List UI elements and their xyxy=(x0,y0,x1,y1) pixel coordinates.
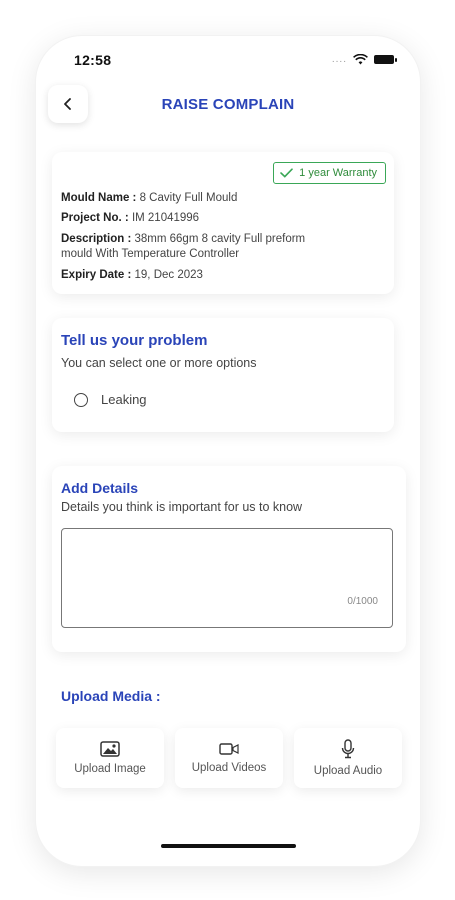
warranty-label: 1 year Warranty xyxy=(299,167,377,179)
project-no-row: Project No. : IM 21041996 xyxy=(61,211,199,226)
status-bar: 12:58 .... xyxy=(36,36,420,84)
battery-icon xyxy=(374,55,397,64)
details-textarea[interactable]: 0/1000 xyxy=(61,528,393,628)
details-title: Add Details xyxy=(61,480,139,496)
signal-icon: .... xyxy=(331,53,347,65)
problem-subtitle: You can select one or more options xyxy=(61,356,257,370)
mould-name-value: 8 Cavity Full Mould xyxy=(139,192,238,204)
problem-title: Tell us your problem xyxy=(61,332,208,349)
details-subtitle: Details you think is important for us to… xyxy=(61,500,303,514)
project-no-label: Project No. : xyxy=(61,212,129,224)
page-title: RAISE COMPLAIN xyxy=(161,96,295,113)
expiry-date-row: Expiry Date : 19, Dec 2023 xyxy=(61,268,203,283)
expiry-date-label: Expiry Date : xyxy=(61,269,132,281)
description-label: Description : xyxy=(61,233,132,245)
mould-name-row: Mould Name : 8 Cavity Full Mould xyxy=(61,191,237,206)
check-icon xyxy=(280,168,293,178)
warranty-badge: 1 year Warranty xyxy=(273,162,386,184)
expiry-date-value: 19, Dec 2023 xyxy=(134,269,203,281)
details-card: Add Details Details you think is importa… xyxy=(52,466,406,652)
upload-media-title: Upload Media : xyxy=(61,688,161,704)
mould-info-card: 1 year Warranty Mould Name : 8 Cavity Fu… xyxy=(52,152,394,294)
project-no-value: IM 21041996 xyxy=(131,212,200,224)
upload-image-label: Upload Image xyxy=(74,763,146,775)
wifi-icon xyxy=(353,54,368,65)
upload-videos-label: Upload Videos xyxy=(191,762,267,774)
status-icons: .... xyxy=(331,53,397,65)
image-icon xyxy=(100,741,120,757)
upload-image-button[interactable]: Upload Image xyxy=(56,728,164,788)
upload-audio-label: Upload Audio xyxy=(313,765,383,777)
upload-videos-button[interactable]: Upload Videos xyxy=(175,728,283,788)
microphone-icon xyxy=(341,739,355,759)
status-time: 12:58 xyxy=(74,52,112,68)
upload-media-row: Upload Image Upload Videos Upload Audio xyxy=(56,728,402,792)
option-label: Leaking xyxy=(101,392,147,407)
radio-button[interactable] xyxy=(74,392,88,407)
home-indicator[interactable] xyxy=(161,844,296,848)
problem-card: Tell us your problem You can select one … xyxy=(52,318,394,432)
mould-name-label: Mould Name : xyxy=(61,192,137,204)
description-row: Description : 38mm 66gm 8 cavity Full pr… xyxy=(61,232,305,262)
description-value-line1: 38mm 66gm 8 cavity Full preform xyxy=(134,233,306,245)
phone-frame: 12:58 .... RAISE COMPLAIN 1 year Warrant… xyxy=(36,36,420,866)
description-value-line2: mould With Temperature Controller xyxy=(61,248,240,260)
character-counter: 0/1000 xyxy=(347,596,378,607)
upload-audio-button[interactable]: Upload Audio xyxy=(294,728,402,788)
video-icon xyxy=(219,743,239,755)
option-leaking[interactable]: Leaking xyxy=(74,392,147,407)
